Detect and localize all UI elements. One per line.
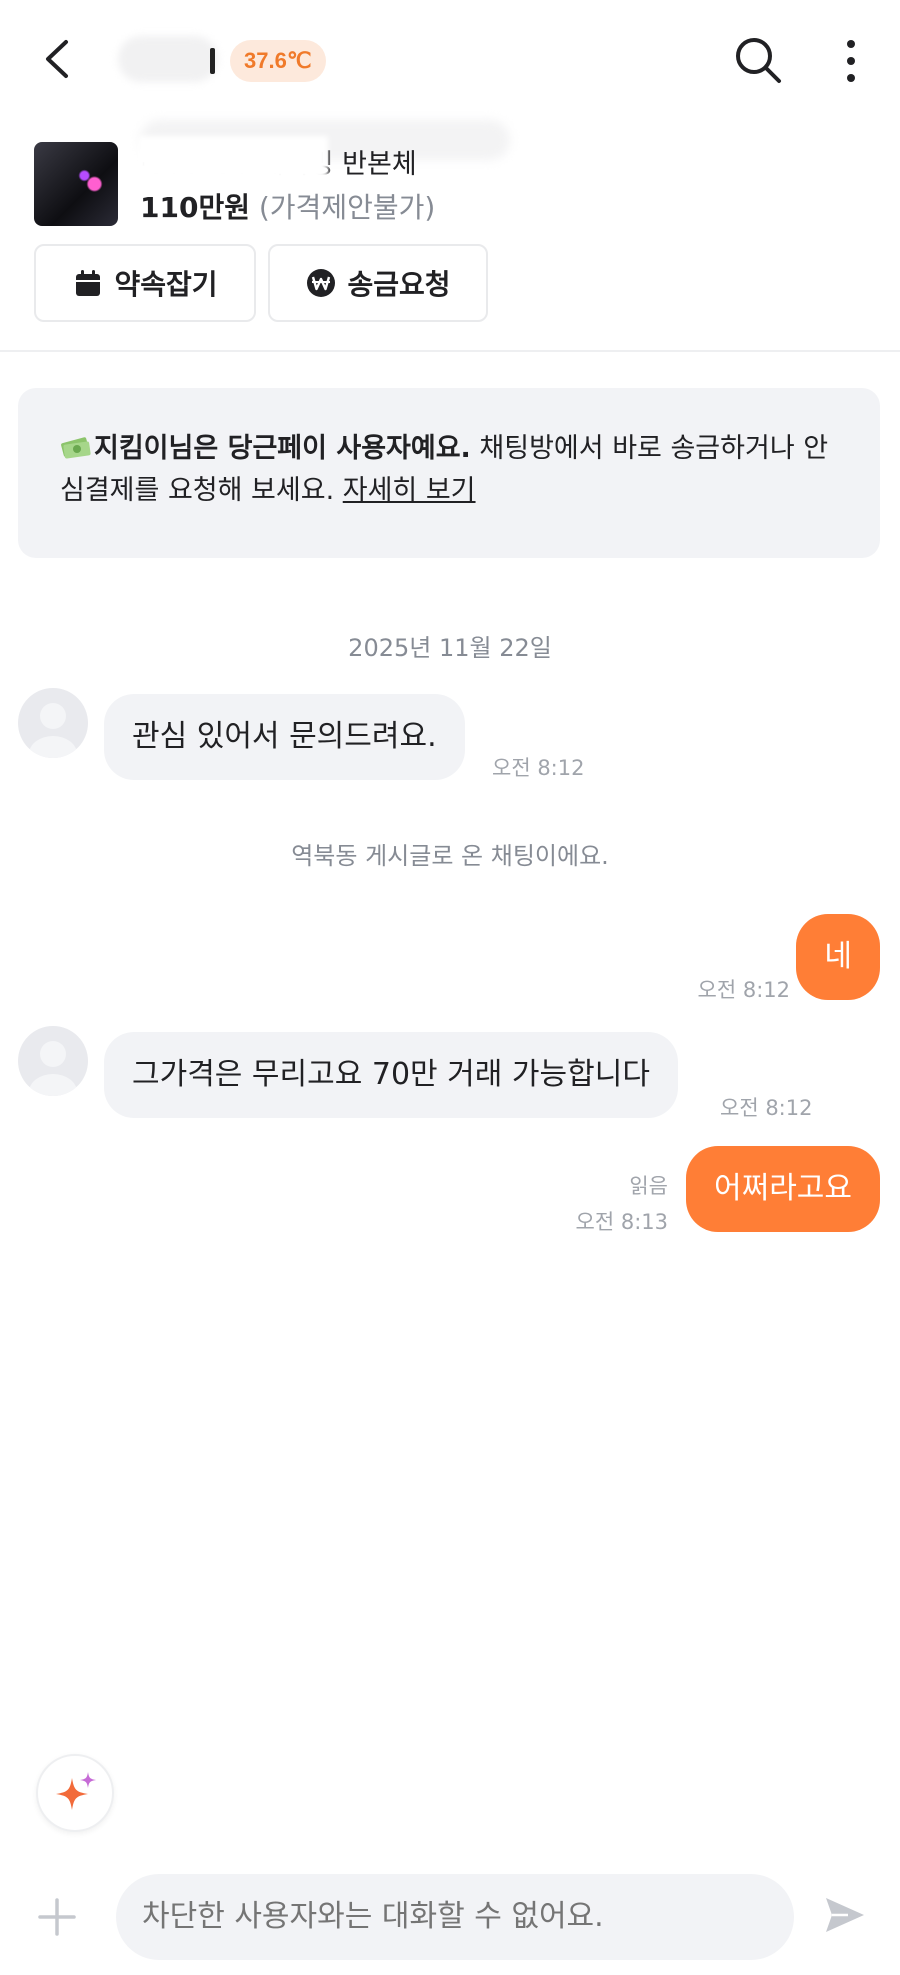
manner-temperature-badge[interactable]: 37.6℃ — [230, 40, 326, 82]
chat-screen: 37.6℃ ·900x50 게이밍 반본체 110만원 (가격제안불가) — [0, 0, 900, 1975]
calendar-icon — [76, 270, 101, 296]
schedule-button[interactable]: 약속잡기 — [34, 244, 256, 322]
avatar-icon — [29, 703, 77, 758]
transfer-request-button[interactable]: 송금요청 — [268, 244, 488, 322]
system-note: 역북동 게시글로 온 채팅이에요. — [291, 842, 609, 870]
send-icon — [826, 1898, 864, 1932]
product-title-redaction — [138, 136, 328, 180]
date-divider: 2025년 11월 22일 — [348, 634, 552, 662]
plus-icon — [38, 1898, 76, 1936]
pay-notice-banner: 지킴이님은 당근페이 사용자예요. 채팅방에서 바로 송금하거나 안심결제를 요… — [18, 388, 880, 558]
message-time: 오전 8:13 — [575, 1210, 668, 1234]
nickname-fragment — [210, 48, 215, 74]
message-input[interactable] — [116, 1874, 794, 1960]
more-menu-button[interactable] — [836, 34, 866, 88]
chat-header: 37.6℃ — [0, 0, 900, 120]
product-thumbnail[interactable] — [34, 142, 118, 226]
won-icon — [307, 269, 336, 297]
price-offer-note: (가격제안불가) — [258, 191, 436, 224]
back-arrow-icon — [46, 40, 68, 78]
avatar-icon — [29, 1041, 77, 1096]
ai-assist-button[interactable] — [36, 1754, 114, 1832]
message-time: 오전 8:12 — [697, 978, 790, 1002]
sparkle-icon — [56, 1772, 96, 1810]
avatar[interactable] — [18, 1026, 88, 1096]
notice-details-link[interactable]: 자세히 보기 — [343, 475, 476, 506]
send-button[interactable] — [822, 1892, 868, 1938]
read-status: 읽음 — [629, 1174, 668, 1198]
message-bubble-incoming[interactable]: 그가격은 무리고요 70만 거래 가능합니다 — [104, 1032, 678, 1118]
search-button[interactable] — [732, 34, 784, 86]
message-bubble-outgoing[interactable]: 어쩌라고요 — [686, 1146, 880, 1232]
product-price: 110만원 — [140, 191, 250, 224]
back-button[interactable] — [36, 32, 84, 86]
avatar[interactable] — [18, 688, 88, 758]
product-price-line: 110만원 (가격제안불가) — [140, 186, 435, 226]
message-time: 오전 8:12 — [492, 756, 585, 780]
more-vertical-icon — [847, 40, 855, 82]
schedule-button-label: 약속잡기 — [114, 268, 218, 301]
message-bubble-outgoing[interactable]: 네 — [796, 914, 880, 1000]
attach-button[interactable] — [36, 1896, 78, 1938]
transfer-button-label: 송금요청 — [347, 268, 451, 301]
notice-bold-text: 지킴이님은 당근페이 사용자예요. — [94, 433, 471, 464]
nickname-redacted — [118, 36, 218, 82]
message-time: 오전 8:12 — [720, 1096, 813, 1120]
product-info-bar: ·900x50 게이밍 반본체 110만원 (가격제안불가) 약속잡기 송금요청 — [0, 120, 900, 352]
money-icon — [61, 437, 91, 459]
message-bubble-incoming[interactable]: 관심 있어서 문의드려요. — [104, 694, 465, 780]
search-icon — [736, 38, 781, 83]
